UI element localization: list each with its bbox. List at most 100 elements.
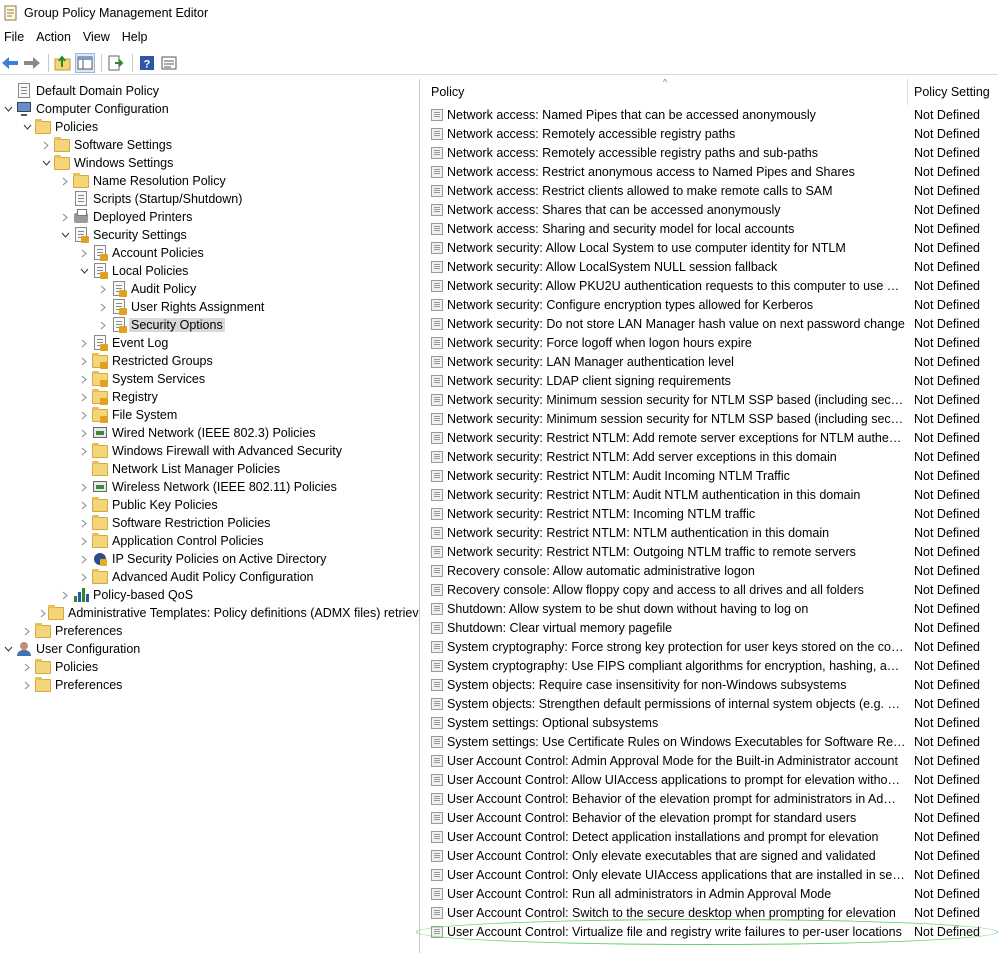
properties-icon[interactable] [159, 53, 179, 73]
help-icon[interactable]: ? [137, 53, 157, 73]
menu-action[interactable]: Action [30, 30, 77, 44]
chevron-down-icon[interactable] [2, 640, 14, 658]
table-row[interactable]: Network security: Configure encryption t… [423, 295, 998, 314]
table-row[interactable]: Network security: Force logoff when logo… [423, 333, 998, 352]
chevron-right-icon[interactable] [78, 478, 90, 496]
table-row[interactable]: Network security: Minimum session securi… [423, 390, 998, 409]
tree-item[interactable]: Account Policies [0, 244, 419, 262]
table-row[interactable]: Network security: Do not store LAN Manag… [423, 314, 998, 333]
chevron-right-icon[interactable] [78, 244, 90, 262]
table-row[interactable]: Network security: LAN Manager authentica… [423, 352, 998, 371]
table-row[interactable]: User Account Control: Only elevate execu… [423, 846, 998, 865]
tree-item[interactable]: Default Domain Policy [0, 82, 419, 100]
tree-item[interactable]: Policies [0, 658, 419, 676]
tree-item[interactable]: Application Control Policies [0, 532, 419, 550]
table-row[interactable]: Network access: Sharing and security mod… [423, 219, 998, 238]
chevron-right-icon[interactable] [40, 604, 46, 622]
tree-item[interactable]: Preferences [0, 676, 419, 694]
tree-item[interactable]: Registry [0, 388, 419, 406]
column-header-policy[interactable]: ^ Policy [423, 79, 908, 105]
chevron-right-icon[interactable] [78, 514, 90, 532]
table-row[interactable]: User Account Control: Allow UIAccess app… [423, 770, 998, 789]
table-row[interactable]: Network security: Allow PKU2U authentica… [423, 276, 998, 295]
table-row[interactable]: Network security: Restrict NTLM: Add rem… [423, 428, 998, 447]
tree-item[interactable]: Wireless Network (IEEE 802.11) Policies [0, 478, 419, 496]
table-row[interactable]: Recovery console: Allow automatic admini… [423, 561, 998, 580]
up-folder-icon[interactable] [53, 53, 73, 73]
table-row[interactable]: Network security: Allow LocalSystem NULL… [423, 257, 998, 276]
menu-file[interactable]: File [0, 30, 30, 44]
table-row[interactable]: User Account Control: Admin Approval Mod… [423, 751, 998, 770]
chevron-right-icon[interactable] [97, 280, 109, 298]
chevron-right-icon[interactable] [21, 622, 33, 640]
chevron-right-icon[interactable] [78, 550, 90, 568]
chevron-right-icon[interactable] [78, 370, 90, 388]
chevron-right-icon[interactable] [78, 442, 90, 460]
table-row[interactable]: Network security: Restrict NTLM: Audit I… [423, 466, 998, 485]
chevron-right-icon[interactable] [78, 532, 90, 550]
chevron-right-icon[interactable] [78, 334, 90, 352]
export-list-icon[interactable] [106, 53, 126, 73]
tree-item[interactable]: Local Policies [0, 262, 419, 280]
tree-item[interactable]: User Rights Assignment [0, 298, 419, 316]
show-hide-tree-icon[interactable] [75, 52, 95, 73]
tree-item[interactable]: Network List Manager Policies [0, 460, 419, 478]
tree-item[interactable]: Computer Configuration [0, 100, 419, 118]
table-row[interactable]: Network access: Restrict clients allowed… [423, 181, 998, 200]
table-row[interactable]: Network access: Named Pipes that can be … [423, 105, 998, 124]
table-row[interactable]: System objects: Require case insensitivi… [423, 675, 998, 694]
chevron-right-icon[interactable] [97, 316, 109, 334]
table-row[interactable]: Network security: LDAP client signing re… [423, 371, 998, 390]
tree-item[interactable]: Public Key Policies [0, 496, 419, 514]
table-row[interactable]: System objects: Strengthen default permi… [423, 694, 998, 713]
table-row[interactable]: Network security: Restrict NTLM: NTLM au… [423, 523, 998, 542]
table-row[interactable]: Network security: Minimum session securi… [423, 409, 998, 428]
table-row[interactable]: System cryptography: Force strong key pr… [423, 637, 998, 656]
chevron-right-icon[interactable] [78, 496, 90, 514]
console-tree[interactable]: Default Domain Policy Computer Configurat… [0, 79, 420, 953]
tree-item[interactable]: System Services [0, 370, 419, 388]
table-row[interactable]: System cryptography: Use FIPS compliant … [423, 656, 998, 675]
table-row[interactable]: User Account Control: Only elevate UIAcc… [423, 865, 998, 884]
table-row[interactable]: Network security: Restrict NTLM: Outgoin… [423, 542, 998, 561]
policy-list[interactable]: ^ Policy Policy Setting Network access: … [423, 79, 998, 953]
table-row[interactable]: Recovery console: Allow floppy copy and … [423, 580, 998, 599]
chevron-down-icon[interactable] [40, 154, 52, 172]
menu-view[interactable]: View [77, 30, 116, 44]
chevron-right-icon[interactable] [78, 388, 90, 406]
tree-item[interactable]: Administrative Templates: Policy definit… [0, 604, 419, 622]
chevron-right-icon[interactable] [78, 406, 90, 424]
forward-arrow-icon[interactable] [22, 53, 42, 73]
table-row[interactable]: Network security: Restrict NTLM: Audit N… [423, 485, 998, 504]
chevron-down-icon[interactable] [78, 262, 90, 280]
tree-item[interactable]: Restricted Groups [0, 352, 419, 370]
table-row[interactable]: Shutdown: Allow system to be shut down w… [423, 599, 998, 618]
menu-help[interactable]: Help [116, 30, 154, 44]
chevron-right-icon[interactable] [21, 676, 33, 694]
tree-item[interactable]: Policies [0, 118, 419, 136]
table-row[interactable]: Network security: Restrict NTLM: Add ser… [423, 447, 998, 466]
table-row[interactable]: User Account Control: Switch to the secu… [423, 903, 998, 922]
tree-item[interactable]: Wired Network (IEEE 802.3) Policies [0, 424, 419, 442]
chevron-right-icon[interactable] [97, 298, 109, 316]
chevron-down-icon[interactable] [59, 226, 71, 244]
chevron-right-icon[interactable] [59, 586, 71, 604]
chevron-right-icon[interactable] [78, 352, 90, 370]
tree-item[interactable]: Deployed Printers [0, 208, 419, 226]
table-row[interactable]: Shutdown: Clear virtual memory pagefile N… [423, 618, 998, 637]
column-header-policy-setting[interactable]: Policy Setting [908, 79, 998, 105]
table-row[interactable]: Network security: Allow Local System to … [423, 238, 998, 257]
chevron-down-icon[interactable] [2, 100, 14, 118]
chevron-right-icon[interactable] [78, 424, 90, 442]
table-row[interactable]: Network security: Restrict NTLM: Incomin… [423, 504, 998, 523]
table-row[interactable]: User Account Control: Run all administra… [423, 884, 998, 903]
tree-item[interactable]: IP Security Policies on Active Directory [0, 550, 419, 568]
table-row[interactable]: System settings: Use Certificate Rules o… [423, 732, 998, 751]
table-row[interactable]: Network access: Remotely accessible regi… [423, 124, 998, 143]
tree-item[interactable]: Software Settings [0, 136, 419, 154]
chevron-down-icon[interactable] [21, 118, 33, 136]
chevron-right-icon[interactable] [78, 568, 90, 586]
table-row[interactable]: Network access: Remotely accessible regi… [423, 143, 998, 162]
chevron-right-icon[interactable] [59, 172, 71, 190]
tree-item[interactable]: Policy-based QoS [0, 586, 419, 604]
